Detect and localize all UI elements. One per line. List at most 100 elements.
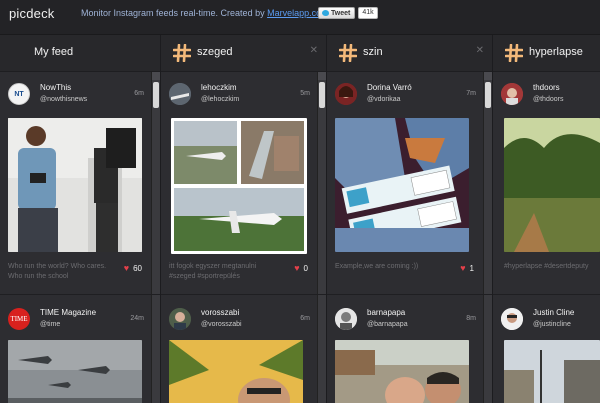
- scroll-up-arrow[interactable]: [152, 72, 160, 80]
- avatar-photo: [169, 83, 191, 105]
- twitter-bird-icon: [322, 10, 329, 16]
- avatar-photo: [335, 308, 357, 330]
- hashtag-icon: [173, 44, 191, 62]
- scrollbar[interactable]: [483, 72, 492, 403]
- post-photo[interactable]: [8, 118, 142, 252]
- post-card[interactable]: TIME TIME Magazine @time 24m: [0, 295, 150, 403]
- tweet-count: 41k: [358, 7, 378, 19]
- scrollbar[interactable]: [317, 72, 326, 403]
- avatar-photo: [335, 83, 357, 105]
- user-handle[interactable]: @justincline: [533, 321, 571, 328]
- post-card[interactable]: thdoors @thdoors #hyperlapse #desertdepu…: [493, 72, 600, 294]
- post-photo[interactable]: [504, 118, 600, 252]
- post-time: 24m: [130, 315, 144, 322]
- scroll-thumb[interactable]: [485, 82, 491, 108]
- photo-desert-trees: [504, 118, 600, 252]
- avatar[interactable]: [169, 83, 191, 105]
- photo-collage-airplanes: [174, 121, 304, 251]
- like-number: 0: [303, 263, 308, 273]
- scroll-up-arrow[interactable]: [318, 72, 326, 80]
- like-count[interactable]: ♥ 0: [294, 263, 308, 273]
- post-photo[interactable]: [504, 340, 600, 403]
- user-handle[interactable]: @nowthisnews: [40, 96, 87, 103]
- post-photo[interactable]: [335, 340, 469, 403]
- scroll-thumb[interactable]: [319, 82, 325, 108]
- post-time: 6m: [134, 90, 144, 97]
- avatar[interactable]: [501, 308, 523, 330]
- tagline-text: Monitor Instagram feeds real-time. Creat…: [81, 8, 268, 18]
- like-number: 1: [469, 263, 474, 273]
- post-time: 7m: [466, 90, 476, 97]
- like-count[interactable]: ♥ 60: [124, 263, 142, 273]
- like-number: 60: [133, 263, 142, 273]
- column-header: My feed: [0, 35, 160, 72]
- user-name[interactable]: vorosszabi: [201, 308, 239, 317]
- app-logo[interactable]: picdeck: [9, 6, 54, 21]
- photo-jets-sky: [8, 340, 142, 403]
- close-column-icon[interactable]: ✕: [310, 45, 318, 56]
- column-hyperlapse: hyperlapse thdoors @thdoors #hyperlapse …: [493, 35, 600, 403]
- column-szeged: szeged ✕ lehoczkim @lehoczkim 5m itt fog…: [161, 35, 327, 403]
- column-title: My feed: [34, 46, 74, 58]
- avatar-photo: [501, 83, 523, 105]
- post-time: 6m: [300, 315, 310, 322]
- post-photo[interactable]: [169, 340, 303, 403]
- scroll-thumb[interactable]: [153, 82, 159, 108]
- post-card[interactable]: barnapapa @barnapapa 8m: [327, 295, 482, 403]
- like-count[interactable]: ♥ 1: [460, 263, 474, 273]
- close-column-icon[interactable]: ✕: [476, 45, 484, 56]
- post-caption: itt fogok egyszer megtanulni #szeged #sp…: [169, 263, 257, 280]
- user-name[interactable]: thdoors: [533, 83, 560, 92]
- scrollbar[interactable]: [151, 72, 160, 403]
- avatar[interactable]: [335, 308, 357, 330]
- user-name[interactable]: Dorina Varró: [367, 83, 412, 92]
- user-name[interactable]: NowThis: [40, 83, 71, 92]
- photo-couple-selfie: [335, 340, 469, 403]
- avatar-photo: [169, 308, 191, 330]
- post-card[interactable]: Justin Cline @justincline: [493, 295, 600, 403]
- post-photo[interactable]: [335, 118, 469, 252]
- user-handle[interactable]: @barnapapa: [367, 321, 408, 328]
- user-name[interactable]: barnapapa: [367, 308, 405, 317]
- post-card[interactable]: vorosszabi @vorosszabi 6m: [161, 295, 316, 403]
- user-name[interactable]: Justin Cline: [533, 308, 574, 317]
- tweet-button[interactable]: Tweet: [318, 7, 356, 19]
- heart-icon: ♥: [294, 263, 300, 273]
- avatar[interactable]: [501, 83, 523, 105]
- time-logo-icon: TIME: [10, 315, 28, 323]
- post-card[interactable]: Dorina Varró @vdorikaa 7m Example,we are…: [327, 72, 482, 294]
- user-handle[interactable]: @vorosszabi: [201, 321, 242, 328]
- heart-icon: ♥: [460, 263, 466, 273]
- top-bar: picdeck Monitor Instagram feeds real-tim…: [0, 0, 600, 35]
- post-photo[interactable]: [171, 118, 307, 254]
- post-caption: Who run the world? Who cares. Who run th…: [8, 263, 107, 280]
- user-handle[interactable]: @lehoczkim: [201, 96, 239, 103]
- avatar-photo: [501, 308, 523, 330]
- photo-people-tablet: [8, 118, 142, 252]
- post-card[interactable]: lehoczkim @lehoczkim 5m itt fogok egysze…: [161, 72, 316, 294]
- avatar[interactable]: NT: [8, 83, 30, 105]
- column-title: szin: [363, 46, 383, 58]
- user-handle[interactable]: @time: [40, 321, 60, 328]
- user-handle[interactable]: @thdoors: [533, 96, 563, 103]
- nowthis-logo-icon: NT: [14, 90, 24, 98]
- user-name[interactable]: lehoczkim: [201, 83, 237, 92]
- post-time: 5m: [300, 90, 310, 97]
- avatar[interactable]: [169, 308, 191, 330]
- post-caption: #hyperlapse #desertdeputy: [504, 263, 589, 270]
- post-photo[interactable]: [8, 340, 142, 403]
- avatar[interactable]: [335, 83, 357, 105]
- scroll-up-arrow[interactable]: [484, 72, 492, 80]
- column-title: szeged: [197, 46, 233, 58]
- post-card[interactable]: NT NowThis @nowthisnews 6m Who run the w…: [0, 72, 150, 294]
- photo-festival-tickets: [335, 118, 469, 252]
- post-caption: Example,we are coming :)): [335, 263, 419, 270]
- user-name[interactable]: TIME Magazine: [40, 308, 96, 317]
- avatar[interactable]: TIME: [8, 308, 30, 330]
- photo-city-street: [504, 340, 600, 403]
- user-handle[interactable]: @vdorikaa: [367, 96, 401, 103]
- tweet-widget: Tweet 41k: [318, 7, 378, 19]
- column-szin: szin ✕ Dorina Varró @vdorikaa 7m Example…: [327, 35, 493, 403]
- hashtag-icon: [505, 44, 523, 62]
- tagline: Monitor Instagram feeds real-time. Creat…: [81, 8, 329, 18]
